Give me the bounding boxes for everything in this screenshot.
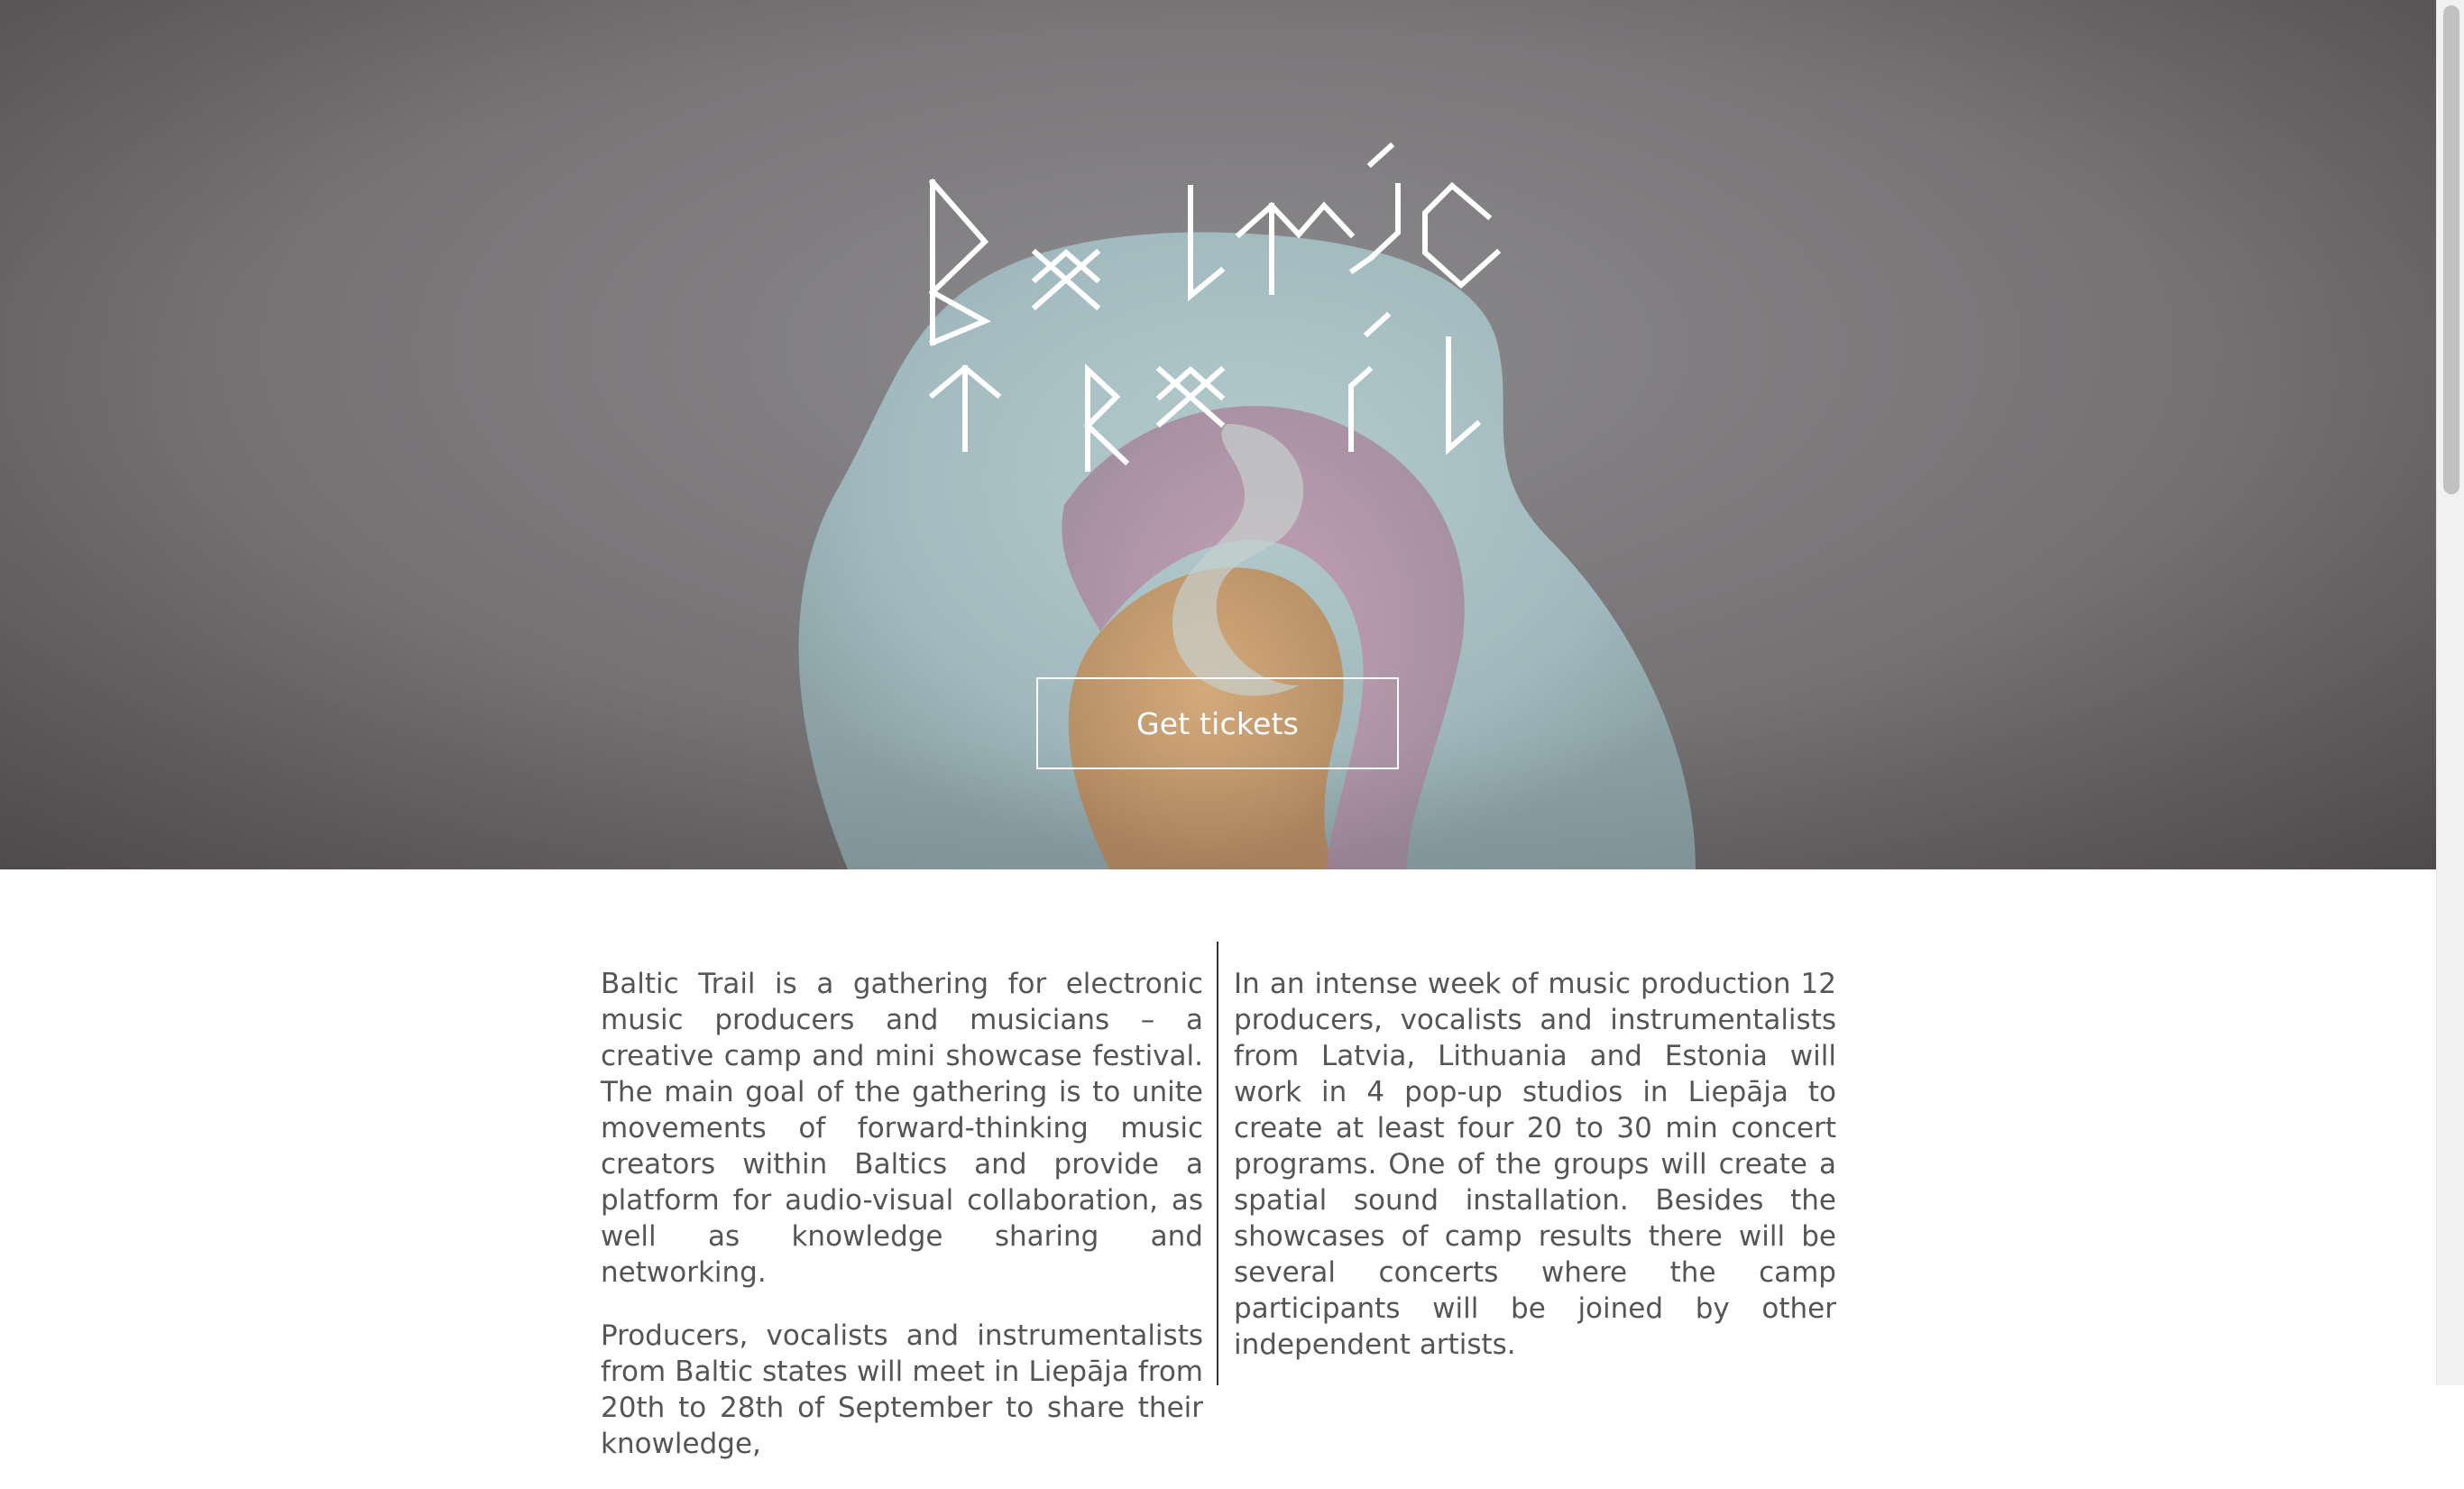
hero-section: Get tickets [0, 0, 2436, 869]
intro-right-column: In an intense week of music production 1… [1234, 966, 1836, 1390]
intro-paragraph: In an intense week of music production 1… [1234, 968, 1836, 1361]
page-scrollbar[interactable] [2436, 0, 2464, 1385]
column-divider [1217, 942, 1218, 1385]
scrollbar-thumb[interactable] [2443, 5, 2459, 494]
baltic-trail-logo [928, 142, 1502, 472]
get-tickets-button[interactable]: Get tickets [1036, 677, 1399, 769]
intro-left-column: Baltic Trail is a gathering for electron… [601, 966, 1203, 1489]
intro-paragraph: Producers, vocalists and instrumentalist… [601, 1319, 1203, 1460]
intro-paragraph: Baltic Trail is a gathering for electron… [601, 968, 1203, 1289]
